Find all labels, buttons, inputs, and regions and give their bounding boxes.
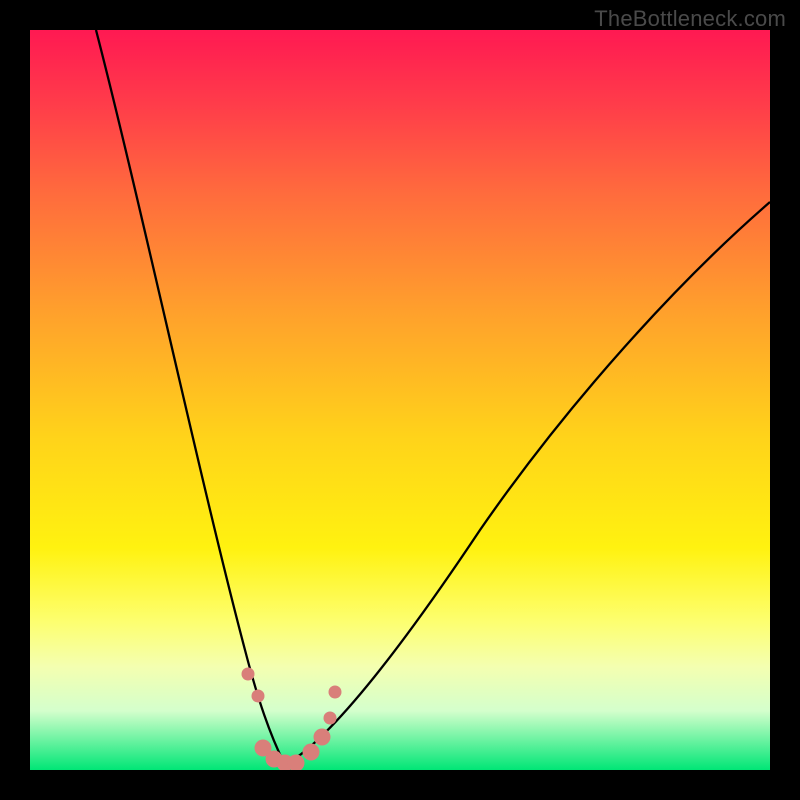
- scatter-dot: [252, 690, 265, 703]
- scatter-dot: [324, 712, 337, 725]
- chart-frame: TheBottleneck.com: [0, 0, 800, 800]
- scatter-dot: [242, 668, 255, 681]
- scatter-dot: [314, 729, 331, 746]
- scatter-dot: [329, 686, 342, 699]
- watermark-text: TheBottleneck.com: [594, 6, 786, 32]
- scatter-dot: [303, 744, 320, 761]
- valley-scatter: [30, 30, 770, 770]
- scatter-dot: [288, 755, 305, 771]
- plot-area: [30, 30, 770, 770]
